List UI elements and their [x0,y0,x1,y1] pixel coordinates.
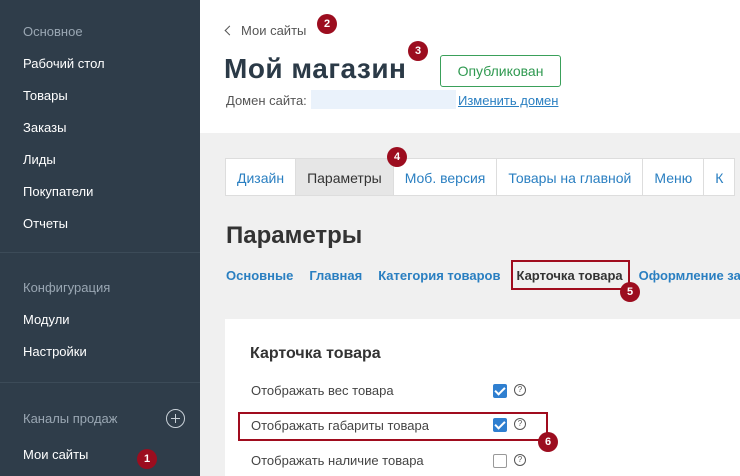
sidebar-section-main: Основное [23,24,83,39]
tab-mobile-version[interactable]: Моб. версия [393,158,498,196]
annotation-marker: 6 [538,432,558,452]
chevron-left-icon [224,25,235,36]
sidebar-item-leads[interactable]: Лиды [23,152,56,167]
published-status-button[interactable]: Опубликован [440,55,561,87]
sidebar-item-products[interactable]: Товары [23,88,68,103]
sidebar-item-dashboard[interactable]: Рабочий стол [23,56,105,71]
tab-more[interactable]: К [704,158,736,196]
tab-design[interactable]: Дизайн [226,158,297,196]
sidebar-section-channels: Каналы продаж [23,411,118,426]
annotation-marker: 5 [620,282,640,302]
card-title: Карточка товара [250,345,381,362]
sidebar-item-settings[interactable]: Настройки [23,344,87,359]
domain-value-redacted [311,90,456,109]
annotation-marker: 2 [317,14,337,34]
sidebar-item-reports[interactable]: Отчеты [23,216,68,231]
sidebar-item-modules[interactable]: Модули [23,312,70,327]
change-domain-link[interactable]: Изменить домен [458,93,558,108]
sidebar-item-my-sites[interactable]: Мои сайты [23,447,88,462]
sidebar-divider [0,252,200,253]
show-weight-checkbox[interactable] [493,384,507,398]
tab-menu[interactable]: Меню [643,158,705,196]
subnav-design[interactable]: Оформление за [639,268,740,283]
subnav-category[interactable]: Категория товаров [378,268,500,283]
sidebar-section-config: Конфигурация [23,280,111,295]
tab-parameters[interactable]: Параметры [296,158,394,196]
site-tabs: Дизайн Параметры Моб. версия Товары на г… [225,158,736,196]
sidebar-item-orders[interactable]: Заказы [23,120,66,135]
annotation-marker: 4 [387,147,407,167]
subnav-home[interactable]: Главная [309,268,362,283]
add-channel-icon[interactable] [166,409,185,428]
help-icon[interactable]: ? [514,384,526,396]
annotation-marker: 1 [137,449,157,469]
option-label-weight: Отображать вес товара [251,383,394,398]
sidebar-divider [0,382,200,383]
highlight-dimensions-row [238,412,548,441]
section-title: Параметры [226,222,363,249]
subnav-main[interactable]: Основные [226,268,293,283]
show-availability-checkbox[interactable] [493,454,507,468]
product-card-settings: Карточка товара Отображать вес товара ? … [225,319,740,476]
sidebar-item-customers[interactable]: Покупатели [23,184,93,199]
annotation-marker: 3 [408,41,428,61]
sidebar: Основное Рабочий стол Товары Заказы Лиды… [0,0,200,476]
params-subnav: Основные Главная Категория товаров Карто… [226,268,740,283]
help-icon[interactable]: ? [514,454,526,466]
domain-label: Домен сайта: [226,93,307,108]
back-link[interactable]: Мои сайты [224,23,307,38]
option-label-availability: Отображать наличие товара [251,453,424,468]
highlight-product-card-tab [511,260,630,290]
tab-home-products[interactable]: Товары на главной [497,158,644,196]
back-link-label: Мои сайты [241,23,307,38]
site-header: Мои сайты Мой магазин Опубликован Домен … [200,0,740,133]
page-title: Мой магазин [224,53,407,84]
